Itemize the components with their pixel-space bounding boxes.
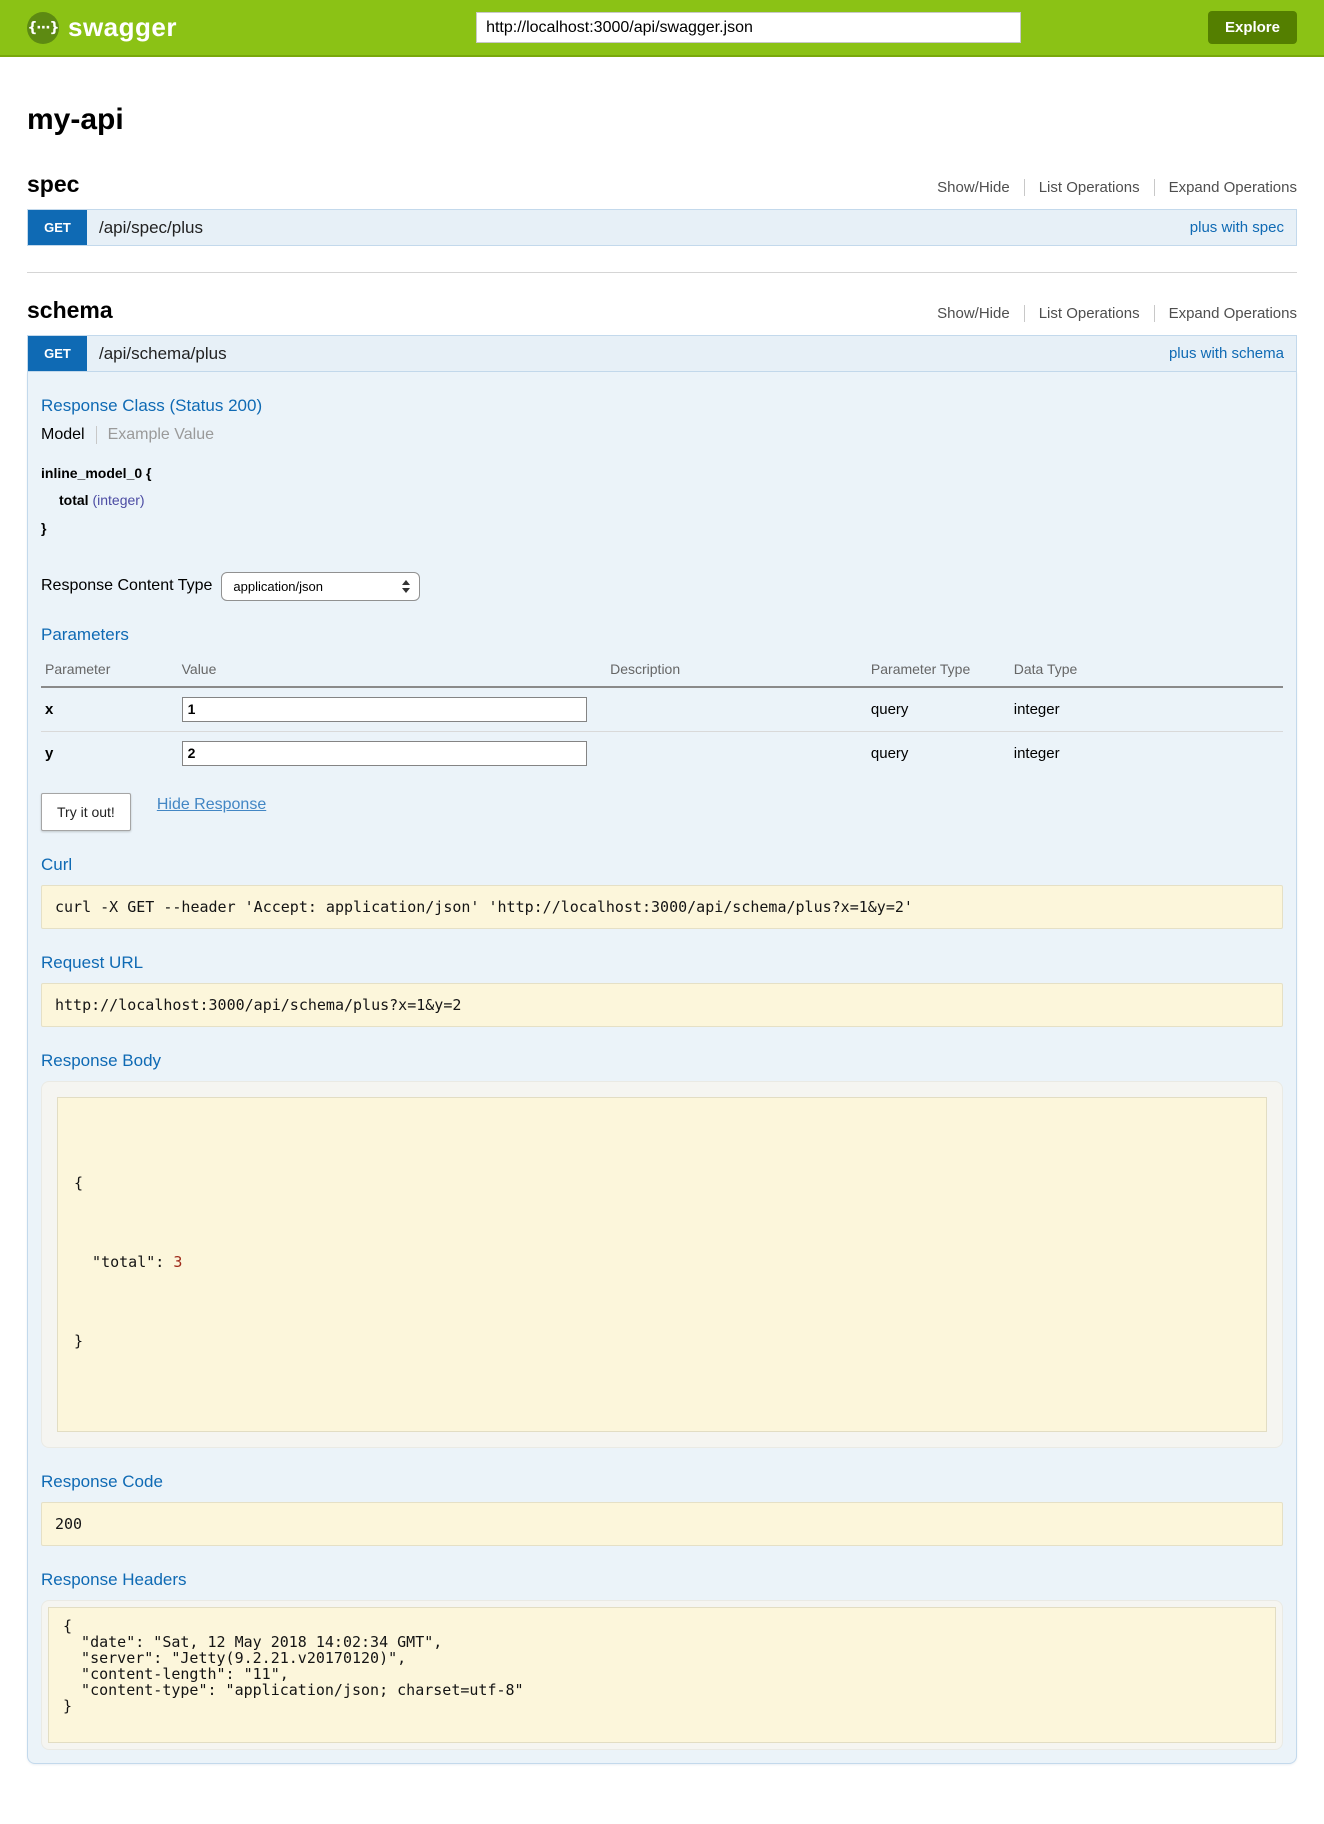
schema-endpoint-summary-link[interactable]: plus with schema (1169, 336, 1284, 371)
expand-operations-link[interactable]: Expand Operations (1154, 305, 1297, 322)
response-headers-heading: Response Headers (41, 1570, 1283, 1590)
schema-operation-content: Response Class (Status 200) Model Exampl… (27, 372, 1297, 1764)
json-value: 3 (173, 1253, 182, 1271)
show-hide-link[interactable]: Show/Hide (923, 179, 1024, 196)
top-bar: {⋯} swagger Explore (0, 0, 1324, 57)
page-title: my-api (27, 103, 1297, 137)
parameters-heading: Parameters (41, 625, 1283, 645)
swagger-brand-link[interactable]: {⋯} swagger (27, 12, 177, 44)
response-content-type-row: Response Content Type application/json (41, 572, 1283, 601)
spec-get-row[interactable]: GET /api/spec/plus plus with spec (27, 209, 1297, 246)
tab-example-value[interactable]: Example Value (96, 426, 214, 444)
param-data-type: integer (1010, 687, 1283, 732)
list-operations-link[interactable]: List Operations (1024, 305, 1154, 322)
property-type: (integer) (92, 492, 144, 508)
response-class-heading: Response Class (Status 200) (41, 396, 1283, 416)
parameters-table: Parameter Value Description Parameter Ty… (41, 655, 1283, 775)
show-hide-link[interactable]: Show/Hide (923, 305, 1024, 322)
request-url-value: http://localhost:3000/api/schema/plus?x=… (41, 983, 1283, 1027)
param-y-input[interactable] (182, 741, 587, 766)
schema-section-title: schema (27, 297, 113, 324)
model-signature: inline_model_0 { total (integer) } (41, 460, 1283, 542)
spec-section-links: Show/Hide List Operations Expand Operati… (923, 179, 1297, 196)
param-x-input[interactable] (182, 697, 587, 722)
try-it-out-button[interactable]: Try it out! (41, 793, 131, 831)
table-row: y query integer (41, 731, 1283, 775)
tab-model[interactable]: Model (41, 426, 96, 444)
response-body-container: { "total": 3 } (41, 1081, 1283, 1448)
sandbox-footer: Try it out! Hide Response (41, 793, 1283, 831)
section-spec: spec Show/Hide List Operations Expand Op… (27, 171, 1297, 246)
http-method-badge: GET (28, 336, 87, 371)
hide-response-link[interactable]: Hide Response (157, 796, 266, 814)
select-arrows-icon (402, 580, 410, 593)
param-type: query (867, 687, 1010, 732)
property-name: total (59, 492, 89, 508)
api-page: my-api spec Show/Hide List Operations Ex… (0, 103, 1324, 1824)
curl-heading: Curl (41, 855, 1283, 875)
response-headers-container: { "date": "Sat, 12 May 2018 14:02:34 GMT… (41, 1600, 1283, 1750)
param-description (606, 731, 867, 775)
col-parameter-type: Parameter Type (867, 655, 1010, 687)
table-row: x query integer (41, 687, 1283, 732)
response-code-heading: Response Code (41, 1472, 1283, 1492)
json-key: "total": (74, 1253, 173, 1271)
spec-section-title: spec (27, 171, 79, 198)
model-property: total (integer) (41, 487, 1283, 514)
response-body-heading: Response Body (41, 1051, 1283, 1071)
col-data-type: Data Type (1010, 655, 1283, 687)
param-type: query (867, 731, 1010, 775)
parameters-header-row: Parameter Value Description Parameter Ty… (41, 655, 1283, 687)
schema-section-links: Show/Hide List Operations Expand Operati… (923, 305, 1297, 322)
model-open-brace: inline_model_0 { (41, 460, 1283, 487)
model-close-brace: } (41, 515, 1283, 542)
json-open-brace: { (74, 1170, 1250, 1196)
list-operations-link[interactable]: List Operations (1024, 179, 1154, 196)
schema-get-row[interactable]: GET /api/schema/plus plus with schema (27, 335, 1297, 372)
param-data-type: integer (1010, 731, 1283, 775)
expand-operations-link[interactable]: Expand Operations (1154, 179, 1297, 196)
explore-button[interactable]: Explore (1208, 11, 1297, 44)
param-name: x (41, 687, 178, 732)
section-divider (27, 272, 1297, 273)
param-description (606, 687, 867, 732)
json-close-brace: } (74, 1328, 1250, 1354)
spec-section-head: spec Show/Hide List Operations Expand Op… (27, 171, 1297, 198)
swagger-url-input[interactable] (476, 12, 1021, 43)
col-value: Value (178, 655, 606, 687)
response-code-value: 200 (41, 1502, 1283, 1546)
spec-endpoint-path-link[interactable]: /api/spec/plus (99, 210, 203, 245)
col-description: Description (606, 655, 867, 687)
curl-command: curl -X GET --header 'Accept: applicatio… (41, 885, 1283, 929)
response-headers-json: { "date": "Sat, 12 May 2018 14:02:34 GMT… (48, 1607, 1276, 1743)
param-name: y (41, 731, 178, 775)
schema-endpoint-path-link[interactable]: /api/schema/plus (99, 336, 227, 371)
schema-section-head: schema Show/Hide List Operations Expand … (27, 297, 1297, 324)
json-total-line: "total": 3 (74, 1249, 1250, 1275)
http-method-badge: GET (28, 210, 87, 245)
col-parameter: Parameter (41, 655, 178, 687)
selected-content-type: application/json (233, 579, 323, 594)
spec-endpoint-summary-link[interactable]: plus with spec (1190, 210, 1284, 245)
response-body-json: { "total": 3 } (57, 1097, 1267, 1432)
brand-name: swagger (68, 12, 177, 43)
response-content-type-label: Response Content Type (41, 577, 212, 595)
model-tabs: Model Example Value (41, 426, 1283, 444)
swagger-logo-icon: {⋯} (27, 12, 59, 44)
request-url-heading: Request URL (41, 953, 1283, 973)
response-content-type-select[interactable]: application/json (221, 572, 420, 601)
